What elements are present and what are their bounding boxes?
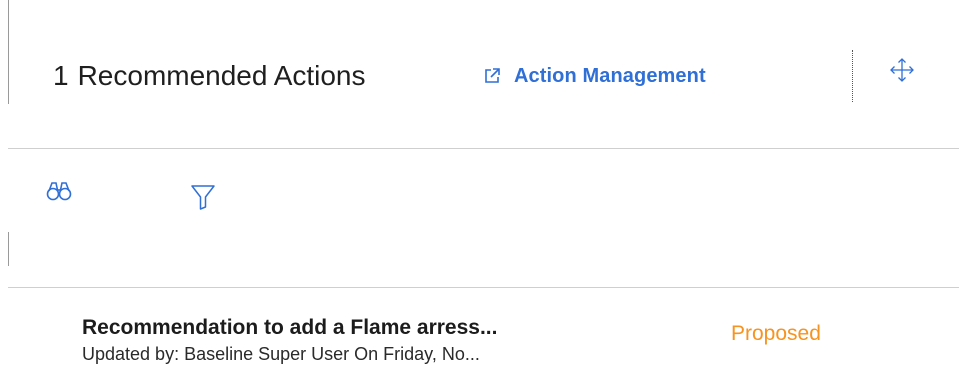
external-link-icon — [485, 68, 500, 83]
action-management-label: Action Management — [514, 64, 706, 87]
header-divider — [852, 50, 853, 102]
binoculars-icon[interactable] — [46, 180, 72, 202]
filter-icon[interactable] — [190, 183, 216, 211]
action-management-link[interactable]: Action Management — [482, 64, 706, 88]
action-count: 1 — [53, 60, 69, 91]
status-badge: Proposed — [731, 322, 821, 345]
toolbar-separator — [8, 287, 959, 288]
header-separator — [8, 148, 959, 149]
title-label: Recommended Actions — [77, 60, 366, 91]
panel-header: 1 Recommended Actions Action Management — [0, 0, 959, 148]
action-title: Recommendation to add a Flame arress... — [82, 316, 498, 339]
move-arrows-icon[interactable] — [888, 56, 916, 84]
action-updated-info: Updated by: Baseline Super User On Frida… — [82, 344, 480, 364]
page-title: 1 Recommended Actions — [53, 58, 366, 94]
list-item[interactable]: Recommendation to add a Flame arress... … — [0, 300, 959, 383]
panel-left-border — [8, 232, 9, 266]
